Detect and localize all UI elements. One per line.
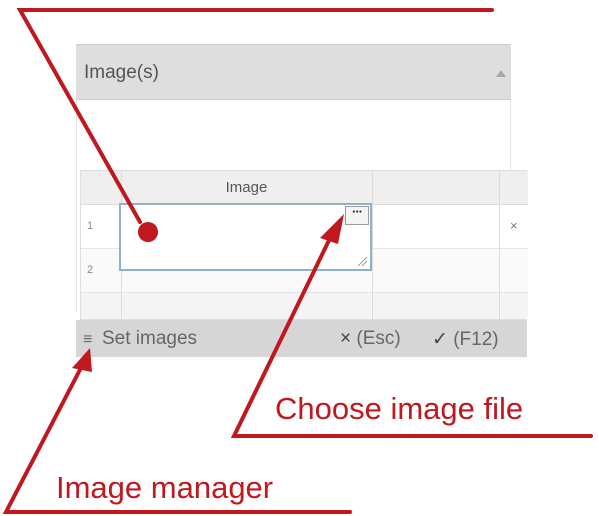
delete-row-icon[interactable]: × <box>510 218 518 233</box>
checkmark-icon: ✓ <box>432 329 448 350</box>
collapse-icon[interactable] <box>496 70 506 77</box>
close-icon: × <box>340 328 352 349</box>
column-divider <box>499 171 500 319</box>
confirm-button[interactable]: ✓ (F12) <box>432 328 499 351</box>
annotation-choose-image-file: Choose image file <box>275 391 524 426</box>
row-number: 2 <box>87 264 94 276</box>
confirm-shortcut-label: (F12) <box>453 329 499 350</box>
hamburger-menu-icon[interactable]: ≡ <box>83 331 92 349</box>
image-cell-editor[interactable]: ··· <box>119 203 372 271</box>
cancel-button[interactable]: × (Esc) <box>340 328 401 350</box>
grid-header: Image <box>81 171 528 205</box>
panel-header[interactable]: Image(s) <box>76 44 511 100</box>
row-number: 1 <box>87 220 94 232</box>
annotation-image-manager: Image manager <box>56 470 274 505</box>
choose-image-file-button[interactable]: ··· <box>345 205 369 225</box>
grid-empty-area <box>81 293 528 319</box>
panel-title: Image(s) <box>84 62 159 83</box>
editor-footer: ≡ Set images × (Esc) ✓ (F12) <box>76 320 527 357</box>
set-images-button[interactable]: Set images <box>102 328 197 350</box>
column-header-image[interactable]: Image <box>121 171 372 205</box>
cancel-shortcut-label: (Esc) <box>356 328 401 349</box>
column-divider <box>372 171 373 319</box>
resize-grip-icon[interactable] <box>356 255 368 267</box>
